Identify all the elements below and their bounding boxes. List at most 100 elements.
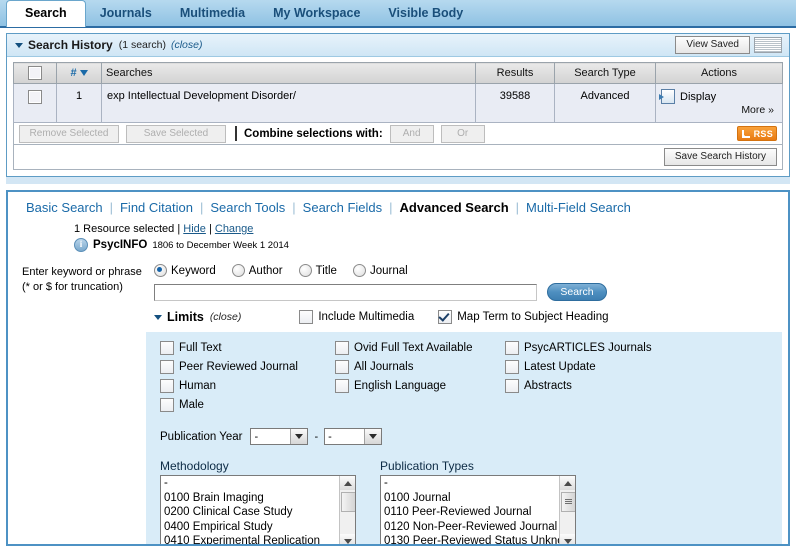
more-link[interactable]: More » [661, 104, 777, 116]
list-item[interactable]: 0200 Clinical Case Study [161, 505, 355, 520]
tab-my-workspace[interactable]: My Workspace [259, 1, 374, 26]
radio-title[interactable]: Title [298, 264, 337, 277]
limits-close-link[interactable]: (close) [210, 311, 242, 323]
header-select-all[interactable] [13, 62, 57, 84]
limit-male-checkbox[interactable] [160, 398, 174, 412]
limit-abstracts[interactable]: Abstracts [505, 379, 772, 393]
combine-and-button[interactable]: And [389, 124, 434, 143]
limit-male[interactable]: Male [160, 398, 335, 412]
save-search-history-button[interactable]: Save Search History [663, 148, 777, 166]
include-multimedia-checkbox-item[interactable]: Include Multimedia [299, 310, 414, 324]
mode-basic-search[interactable]: Basic Search [26, 200, 110, 215]
scroll-down-icon-2[interactable] [560, 534, 575, 544]
row-checkbox[interactable] [28, 90, 42, 104]
header-number[interactable]: # [56, 62, 102, 84]
map-term-checkbox-item[interactable]: Map Term to Subject Heading [438, 310, 609, 324]
radio-title-dot[interactable] [298, 264, 312, 277]
mode-search-fields[interactable]: Search Fields [296, 200, 389, 215]
scroll-up-icon-2[interactable] [560, 476, 575, 490]
row-results[interactable]: 39588 [475, 83, 555, 123]
radio-journal-dot[interactable] [352, 264, 366, 277]
limit-full-text-checkbox[interactable] [160, 341, 174, 355]
publication-year-to-value: - [328, 430, 332, 443]
view-saved-button[interactable]: View Saved [675, 36, 750, 54]
limit-english-language-checkbox[interactable] [335, 379, 349, 393]
limit-ovid-full-text[interactable]: Ovid Full Text Available [335, 341, 505, 355]
publication-types-column: Publication Types - 0100 Journal 0110 Pe… [380, 459, 576, 544]
limit-psycarticles-checkbox[interactable] [505, 341, 519, 355]
limit-psycarticles[interactable]: PsycARTICLES Journals [505, 341, 772, 355]
publication-year-separator: - [314, 430, 319, 443]
list-item[interactable]: 0400 Empirical Study [161, 520, 355, 535]
limit-peer-reviewed[interactable]: Peer Reviewed Journal [160, 360, 335, 374]
scroll-up-icon[interactable] [340, 476, 355, 490]
rss-button[interactable]: RSS [736, 126, 777, 141]
mode-multi-field-search[interactable]: Multi-Field Search [519, 200, 638, 215]
limit-english-language[interactable]: English Language [335, 379, 505, 393]
list-item[interactable]: 0120 Non-Peer-Reviewed Journal [381, 520, 575, 535]
radio-author[interactable]: Author [231, 264, 283, 277]
publication-types-listbox[interactable]: - 0100 Journal 0110 Peer-Reviewed Journa… [380, 475, 576, 544]
limit-all-journals[interactable]: All Journals [335, 360, 505, 374]
sort-descending-icon[interactable] [79, 70, 88, 77]
include-multimedia-checkbox[interactable] [299, 310, 314, 324]
limit-latest-update-checkbox[interactable] [505, 360, 519, 374]
header-searches[interactable]: Searches [101, 62, 476, 84]
combine-or-button[interactable]: Or [440, 124, 485, 143]
limit-human-checkbox[interactable] [160, 379, 174, 393]
tab-journals[interactable]: Journals [86, 1, 166, 26]
header-number-label: # [70, 67, 77, 79]
tab-visible-body[interactable]: Visible Body [374, 1, 477, 26]
header-results[interactable]: Results [475, 62, 555, 84]
limits-triangle-icon[interactable] [154, 314, 162, 320]
list-item[interactable]: 0410 Experimental Replication [161, 534, 355, 544]
radio-keyword-dot[interactable] [154, 264, 167, 277]
select-all-checkbox[interactable] [28, 66, 42, 80]
radio-author-dot[interactable] [231, 264, 245, 277]
radio-keyword[interactable]: Keyword [154, 264, 216, 277]
save-selected-button[interactable]: Save Selected [126, 124, 226, 143]
scroll-thumb[interactable] [341, 492, 355, 512]
resize-grip-icon[interactable] [754, 37, 782, 53]
limit-latest-update[interactable]: Latest Update [505, 360, 772, 374]
mode-find-citation[interactable]: Find Citation [113, 200, 200, 215]
mode-search-tools[interactable]: Search Tools [203, 200, 292, 215]
collapse-triangle-icon[interactable] [15, 42, 23, 48]
remove-selected-button[interactable]: Remove Selected [19, 124, 119, 143]
limit-peer-reviewed-checkbox[interactable] [160, 360, 174, 374]
search-button[interactable]: Search [547, 283, 607, 301]
mode-advanced-search[interactable]: Advanced Search [393, 200, 516, 215]
map-term-checkbox[interactable] [438, 310, 453, 324]
tab-multimedia[interactable]: Multimedia [166, 1, 259, 26]
search-history-close-link[interactable]: (close) [171, 39, 203, 51]
header-search-type[interactable]: Search Type [554, 62, 656, 84]
chevron-down-icon[interactable] [290, 429, 308, 444]
resource-change-link[interactable]: Change [215, 223, 254, 235]
publication-types-scrollbar[interactable] [559, 476, 575, 544]
radio-journal[interactable]: Journal [352, 264, 408, 277]
limit-full-text[interactable]: Full Text [160, 341, 335, 355]
publication-year-to-select[interactable]: - [324, 428, 383, 445]
resource-hide-link[interactable]: Hide [183, 223, 206, 235]
scroll-thumb-2[interactable] [561, 492, 575, 512]
list-item[interactable]: - [381, 476, 575, 491]
search-input[interactable] [154, 283, 537, 301]
display-action[interactable]: Display [659, 86, 777, 104]
scroll-down-icon[interactable] [340, 534, 355, 544]
row-select-cell[interactable] [13, 83, 57, 123]
methodology-listbox[interactable]: - 0100 Brain Imaging 0200 Clinical Case … [160, 475, 356, 544]
publication-year-from-select[interactable]: - [250, 428, 309, 445]
tab-search[interactable]: Search [6, 0, 86, 27]
list-item[interactable]: - [161, 476, 355, 491]
list-item[interactable]: 0130 Peer-Reviewed Status Unknown [381, 534, 575, 544]
limit-ovid-full-text-checkbox[interactable] [335, 341, 349, 355]
limit-abstracts-checkbox[interactable] [505, 379, 519, 393]
limit-all-journals-checkbox[interactable] [335, 360, 349, 374]
list-item[interactable]: 0110 Peer-Reviewed Journal [381, 505, 575, 520]
row-search-text[interactable]: exp Intellectual Development Disorder/ [101, 83, 476, 123]
list-item[interactable]: 0100 Journal [381, 491, 575, 506]
list-item[interactable]: 0100 Brain Imaging [161, 491, 355, 506]
chevron-down-icon-2[interactable] [364, 429, 382, 444]
methodology-scrollbar[interactable] [339, 476, 355, 544]
limit-human[interactable]: Human [160, 379, 335, 393]
